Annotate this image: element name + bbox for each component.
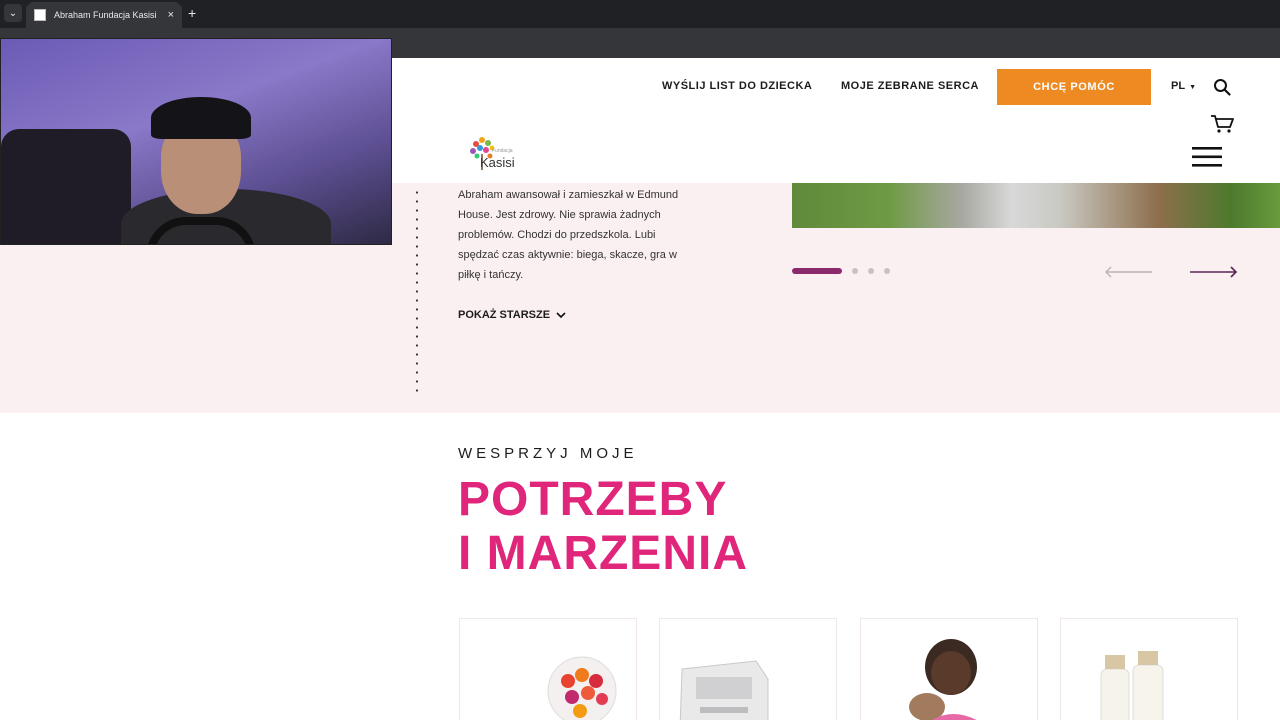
webcam-overlay	[0, 38, 392, 245]
arrow-left-icon[interactable]	[1104, 266, 1154, 278]
nav-collected-hearts[interactable]: MOJE ZEBRANE SERCA	[841, 80, 979, 92]
need-card-child[interactable]	[860, 618, 1038, 720]
milk-bottles-image	[1100, 651, 1164, 720]
chevron-down-icon	[556, 311, 566, 318]
help-button[interactable]: CHCĘ POMÓC	[997, 69, 1151, 105]
browser-tab-bar: ⌄ Abraham Fundacja Kasisi × +	[0, 0, 1280, 28]
hamburger-menu-icon[interactable]	[1192, 146, 1222, 168]
needs-title: POTRZEBY I MARZENIA	[458, 473, 748, 581]
new-tab-button[interactable]: +	[188, 5, 196, 21]
needs-title-line2: I MARZENIA	[458, 527, 748, 580]
show-older-label: POKAŻ STARSZE	[458, 309, 551, 321]
need-card-milk[interactable]	[1060, 618, 1238, 720]
language-label: PL	[1171, 80, 1186, 92]
favicon-icon	[34, 9, 46, 21]
slider-dot-3[interactable]	[868, 268, 874, 274]
need-card-analyzer[interactable]	[659, 618, 837, 720]
logo-small-text: Fundacja	[492, 148, 513, 154]
needs-title-line1: POTRZEBY	[458, 473, 728, 526]
webcam-chair	[1, 129, 131, 244]
tab-search-dropdown[interactable]: ⌄	[4, 4, 22, 22]
webcam-person-cap	[151, 97, 251, 139]
show-older-button[interactable]: POKAŻ STARSZE	[458, 309, 566, 321]
caret-down-icon: ▼	[1189, 84, 1196, 91]
slider-pagination	[792, 268, 890, 274]
search-icon[interactable]	[1213, 78, 1231, 96]
tab-title: Abraham Fundacja Kasisi	[54, 10, 157, 20]
lab-analyzer-image	[679, 660, 769, 720]
gummies-image	[547, 656, 617, 720]
cart-icon[interactable]	[1210, 114, 1234, 134]
site-header: WYŚLIJ LIST DO DZIECKA MOJE ZEBRANE SERC…	[392, 58, 1280, 183]
arrow-right-icon[interactable]	[1188, 266, 1238, 278]
story-update-text: Abraham awansował i zamieszkał w Edmund …	[458, 189, 679, 281]
child-photo-slider	[792, 183, 1280, 228]
nav-send-letter[interactable]: WYŚLIJ LIST DO DZIECKA	[662, 80, 812, 92]
slider-dot-4[interactable]	[884, 268, 890, 274]
needs-kicker: WESPRZYJ MOJE	[458, 445, 638, 462]
timeline-dotted-line	[416, 188, 418, 398]
logo-text: Kasisi	[480, 155, 515, 170]
slider-dot-2[interactable]	[852, 268, 858, 274]
language-selector[interactable]: PL ▼	[1171, 80, 1196, 92]
browser-tab[interactable]: Abraham Fundacja Kasisi ×	[26, 2, 182, 28]
tab-close-icon[interactable]: ×	[168, 9, 174, 21]
need-card-gummies[interactable]	[459, 618, 637, 720]
slider-dot-1[interactable]	[792, 268, 842, 274]
child-with-teddy-image	[909, 639, 977, 720]
